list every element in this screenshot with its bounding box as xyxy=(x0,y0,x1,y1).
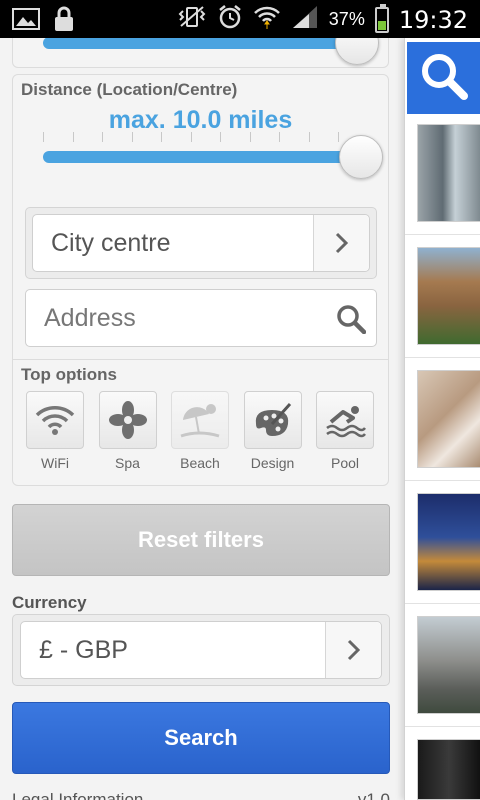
top-options-label: Top options xyxy=(21,365,117,384)
option-label: WiFi xyxy=(41,455,69,471)
clock: 19:32 xyxy=(398,5,468,34)
address-placeholder: Address xyxy=(44,303,136,332)
legal-information-link[interactable]: Legal Information xyxy=(12,790,143,800)
currency-select[interactable]: £ - GBP xyxy=(20,621,382,679)
hotel-photo-6[interactable] xyxy=(417,739,480,800)
divider xyxy=(405,726,480,727)
location-value: City centre xyxy=(51,228,171,257)
distance-label: Distance (Location/Centre) xyxy=(21,80,238,99)
results-strip[interactable] xyxy=(404,38,480,800)
option-wifi[interactable]: WiFi xyxy=(25,391,85,471)
swimmer-icon[interactable] xyxy=(316,391,374,449)
chevron-right-icon[interactable] xyxy=(313,215,369,271)
version-label: v1.0 xyxy=(357,790,390,800)
reset-filters-button[interactable]: Reset filters xyxy=(12,504,390,576)
wifi-icon xyxy=(253,4,281,35)
signal-icon xyxy=(291,4,319,35)
distance-card: Distance (Location/Centre) max. 10.0 mil… xyxy=(12,74,389,486)
divider xyxy=(405,357,480,358)
currency-value: £ - GBP xyxy=(39,635,128,664)
hotel-photo-1[interactable] xyxy=(417,124,480,222)
distance-slider-track[interactable] xyxy=(43,151,353,163)
search-icon[interactable] xyxy=(419,51,469,106)
filter-panel[interactable]: Distance (Location/Centre) max. 10.0 mil… xyxy=(0,38,404,800)
palette-icon[interactable] xyxy=(243,391,302,449)
vibrate-icon xyxy=(177,4,207,35)
hotel-photo-3[interactable] xyxy=(417,370,480,468)
option-label: Design xyxy=(250,455,295,471)
option-label: Pool xyxy=(330,455,360,471)
alarm-icon xyxy=(217,4,243,35)
option-label: Beach xyxy=(180,455,220,471)
battery-icon xyxy=(374,3,389,33)
lock-icon xyxy=(54,6,74,37)
image-icon xyxy=(12,7,40,36)
currency-group: £ - GBP xyxy=(12,614,390,686)
option-spa[interactable]: Spa xyxy=(98,391,158,471)
previous-filter-card xyxy=(12,38,389,68)
option-design[interactable]: Design xyxy=(243,391,303,471)
chevron-right-icon[interactable] xyxy=(325,622,381,678)
top-options-row: WiFi Spa Beach Design Pool xyxy=(25,391,375,471)
divider xyxy=(405,234,480,235)
option-pool[interactable]: Pool xyxy=(315,391,375,471)
option-beach[interactable]: Beach xyxy=(170,391,230,471)
battery-percent: 37% xyxy=(328,9,365,29)
distance-slider-knob[interactable] xyxy=(339,135,383,179)
spa-flower-icon[interactable] xyxy=(98,391,157,449)
previous-slider-knob[interactable] xyxy=(335,38,379,65)
currency-label: Currency xyxy=(12,593,87,612)
divider xyxy=(405,480,480,481)
divider xyxy=(405,603,480,604)
beach-umbrella-icon[interactable] xyxy=(171,391,229,449)
distance-value: max. 10.0 miles xyxy=(108,106,293,134)
option-label: Spa xyxy=(115,455,140,471)
search-tab[interactable] xyxy=(407,42,480,114)
wifi-icon[interactable] xyxy=(26,391,84,449)
address-input[interactable]: Address xyxy=(25,289,377,347)
divider xyxy=(13,359,388,360)
location-group: City centre xyxy=(25,207,377,279)
search-icon[interactable] xyxy=(336,304,367,339)
hotel-photo-2[interactable] xyxy=(417,247,480,345)
search-button[interactable]: Search xyxy=(12,702,390,774)
hotel-photo-4[interactable] xyxy=(417,493,480,591)
previous-slider-track[interactable] xyxy=(43,38,343,49)
location-select[interactable]: City centre xyxy=(32,214,370,272)
hotel-photo-5[interactable] xyxy=(417,616,480,714)
status-bar: 37% 19:32 xyxy=(0,0,480,38)
slider-ticks xyxy=(43,132,339,142)
